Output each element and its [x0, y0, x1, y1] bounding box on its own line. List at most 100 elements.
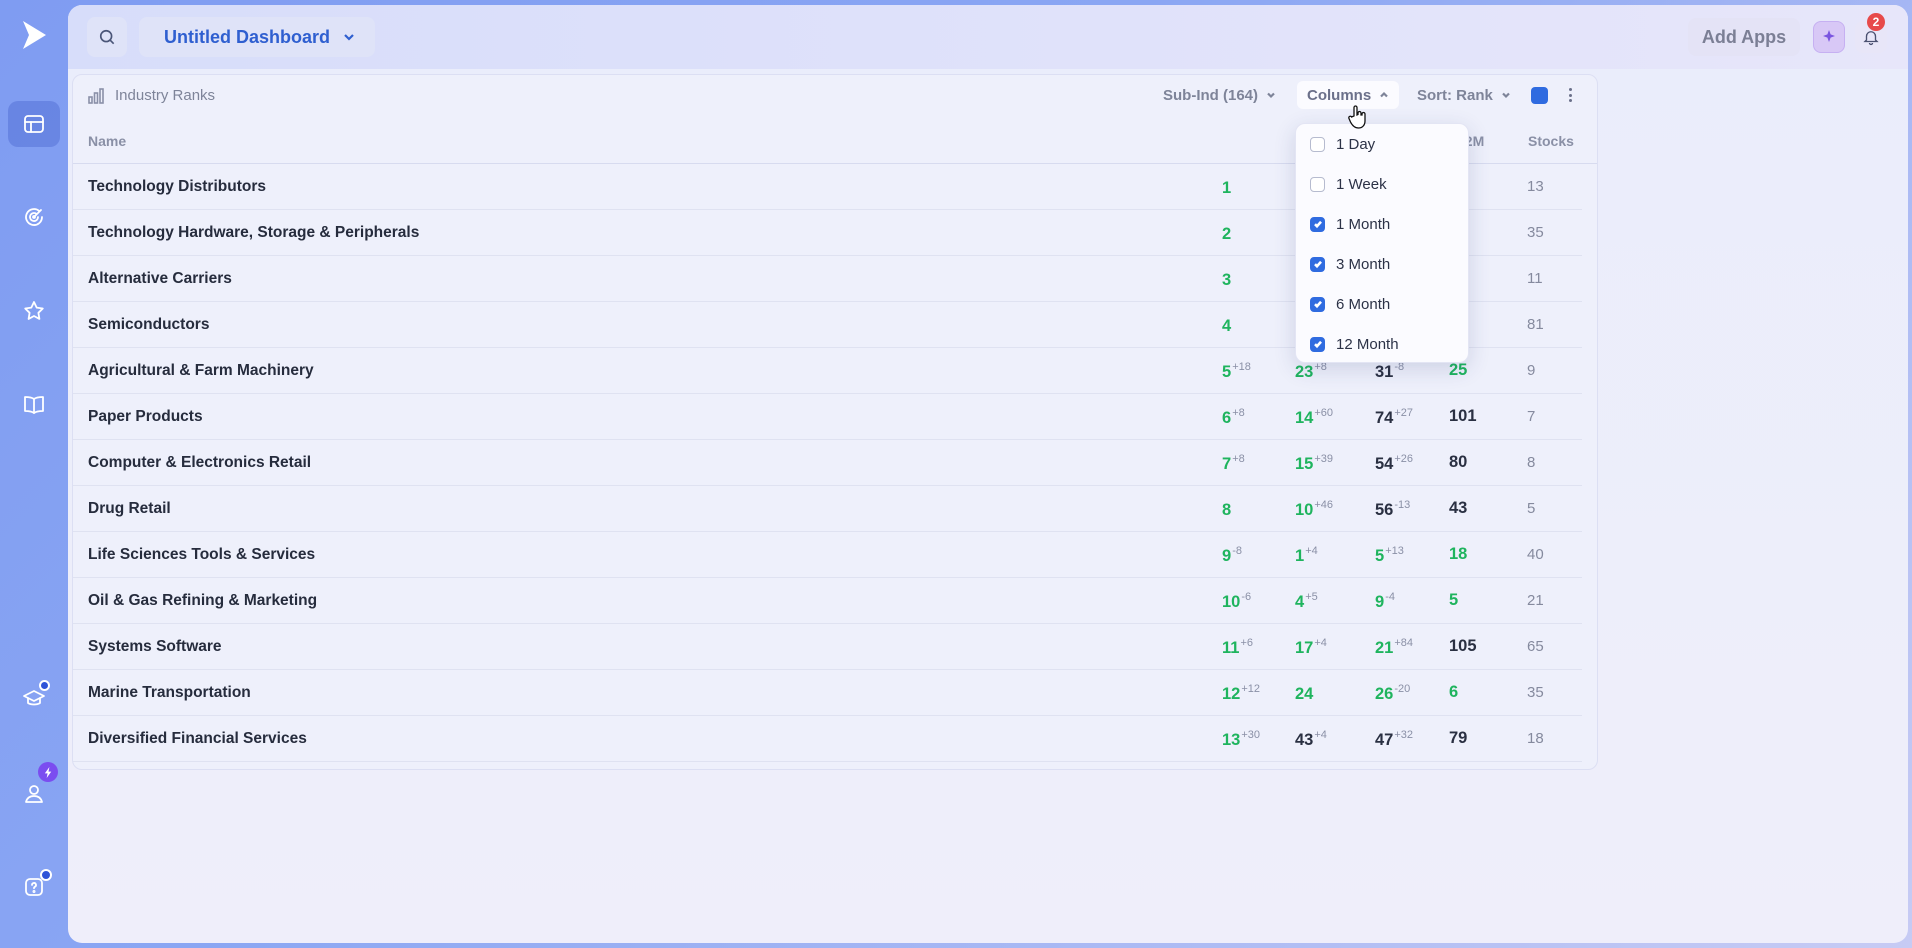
stock-count: 7 [1527, 408, 1536, 425]
stock-count: 9 [1527, 362, 1536, 379]
rank-c1: 12+12 [1222, 683, 1260, 704]
table-row[interactable]: Computer & Electronics Retail 7+8 15+39 54+… [73, 440, 1582, 486]
rank-value: 6 [1222, 409, 1232, 427]
sidebar-item-academy[interactable] [8, 675, 60, 721]
rank-12m: 18 [1449, 545, 1468, 563]
rank-value: 10 [1295, 501, 1314, 519]
logo-icon[interactable] [20, 18, 48, 52]
rank-value: 4 [1222, 317, 1232, 335]
rank-c1: 10-6 [1222, 591, 1251, 612]
table-row[interactable]: Systems Software 11+6 17+4 21+84 105 65 [73, 624, 1582, 670]
rank-12m: 5 [1449, 591, 1459, 609]
column-option-1-day[interactable]: 1 Day [1310, 132, 1375, 156]
sidebar-item-help[interactable] [8, 864, 60, 910]
table-row[interactable]: Drug Retail 8 10+46 56-13 43 5 [73, 486, 1582, 532]
industry-name: Oil & Gas Refining & Marketing [88, 592, 318, 609]
hand-cursor-icon [1348, 105, 1366, 129]
checkbox-unchecked-icon[interactable] [1310, 136, 1325, 152]
rank-12m: 25 [1449, 361, 1468, 379]
rank-change: +5 [1305, 591, 1318, 603]
sort-selector[interactable]: Sort: Rank [1417, 81, 1511, 109]
rank-c2: 24 [1295, 683, 1314, 704]
rank-12m: 43 [1449, 499, 1468, 517]
column-option-1-week[interactable]: 1 Week [1310, 172, 1387, 196]
ai-assistant-button[interactable] [1813, 21, 1845, 53]
sidebar-item-favorites[interactable] [8, 288, 60, 334]
table-row[interactable]: Paper Products 6+8 14+60 74+27 101 7 [73, 394, 1582, 440]
column-header-stocks[interactable]: Stocks [1528, 133, 1574, 149]
rank-change: +13 [1385, 545, 1404, 557]
rank-value: 7 [1222, 455, 1232, 473]
column-option-1-month[interactable]: 1 Month [1310, 212, 1390, 236]
rank-c2: 15+39 [1295, 453, 1333, 474]
table-row[interactable]: Life Sciences Tools & Services 9-8 1+4 5+13… [73, 532, 1582, 578]
checkbox-checked-icon[interactable] [1310, 256, 1325, 272]
more-options-icon[interactable] [1567, 85, 1573, 105]
sidebar-item-radar[interactable] [8, 194, 60, 240]
rank-value: 9 [1222, 547, 1232, 565]
stock-count: 40 [1527, 546, 1544, 563]
subindustry-label: Sub-Ind (164) [1163, 86, 1259, 104]
rank-c1: 6+8 [1222, 407, 1245, 428]
academy-notification-dot [39, 680, 50, 691]
rank-12m: 101 [1449, 407, 1477, 425]
top-bar: Untitled Dashboard Add Apps 2 [68, 5, 1908, 69]
table-row[interactable]: Marine Transportation 12+12 24 26-20 6 35 [73, 670, 1582, 716]
rank-c3: 31-8 [1375, 361, 1404, 382]
checkbox-checked-icon[interactable] [1310, 216, 1325, 232]
rank-value: 5 [1375, 547, 1385, 565]
column-header-name[interactable]: Name [88, 133, 126, 149]
rank-value: 31 [1375, 363, 1394, 381]
checkbox-checked-icon[interactable] [1310, 336, 1325, 352]
column-option-label: 12 Month [1336, 335, 1399, 353]
rank-value: 17 [1295, 639, 1314, 657]
table-row[interactable]: Diversified Financial Services 13+30 43+4 4… [73, 716, 1582, 762]
search-button[interactable] [87, 17, 127, 57]
rank-value: 21 [1375, 639, 1394, 657]
stock-count: 65 [1527, 638, 1544, 655]
column-option-3-month[interactable]: 3 Month [1310, 252, 1390, 276]
rank-c3: 56-13 [1375, 499, 1410, 520]
add-apps-button[interactable]: Add Apps [1688, 18, 1800, 56]
checkbox-checked-icon[interactable] [1310, 296, 1325, 312]
rank-c2: 17+4 [1295, 637, 1327, 658]
color-picker-swatch[interactable] [1531, 87, 1548, 104]
column-option-12-month[interactable]: 12 Month [1310, 332, 1399, 356]
rank-change: +8 [1232, 407, 1245, 419]
rank-change: +26 [1394, 453, 1414, 465]
rank-c2: 1+4 [1295, 545, 1318, 566]
rank-change: -4 [1385, 591, 1395, 603]
stock-count: 13 [1527, 178, 1544, 195]
help-notification-dot [40, 869, 52, 881]
rank-value: 2 [1222, 225, 1232, 243]
rank-value: 74 [1375, 409, 1394, 427]
rank-value: 4 [1295, 593, 1305, 611]
rank-value: 1 [1295, 547, 1305, 565]
column-option-label: 6 Month [1336, 295, 1391, 313]
search-icon [99, 29, 115, 45]
rank-c1: 2 [1222, 223, 1232, 244]
industry-name: Alternative Carriers [88, 270, 232, 287]
industry-name: Paper Products [88, 408, 203, 425]
stock-count: 8 [1527, 454, 1536, 471]
checkbox-unchecked-icon[interactable] [1310, 176, 1325, 192]
sidebar-item-learn[interactable] [8, 382, 60, 428]
rank-value: 14 [1295, 409, 1314, 427]
columns-label: Columns [1307, 86, 1372, 104]
dashboard-selector[interactable]: Untitled Dashboard [139, 17, 375, 57]
stock-count: 81 [1527, 316, 1544, 333]
rank-c3: 21+84 [1375, 637, 1413, 658]
sidebar-item-dashboards[interactable] [8, 101, 60, 147]
rank-value: 15 [1295, 455, 1314, 473]
industry-name: Systems Software [88, 638, 222, 655]
column-option-label: 1 Day [1336, 135, 1376, 153]
subindustry-selector[interactable]: Sub-Ind (164) [1163, 81, 1276, 109]
table-row[interactable]: Oil & Gas Refining & Marketing 10-6 4+5 9-4… [73, 578, 1582, 624]
column-option-6-month[interactable]: 6 Month [1310, 292, 1390, 316]
star-icon [24, 301, 44, 320]
rank-c3: 54+26 [1375, 453, 1413, 474]
rank-12m: 6 [1449, 683, 1459, 701]
rank-change: -6 [1241, 591, 1252, 603]
rank-value: 3 [1222, 271, 1232, 289]
stock-count: 35 [1527, 224, 1544, 241]
